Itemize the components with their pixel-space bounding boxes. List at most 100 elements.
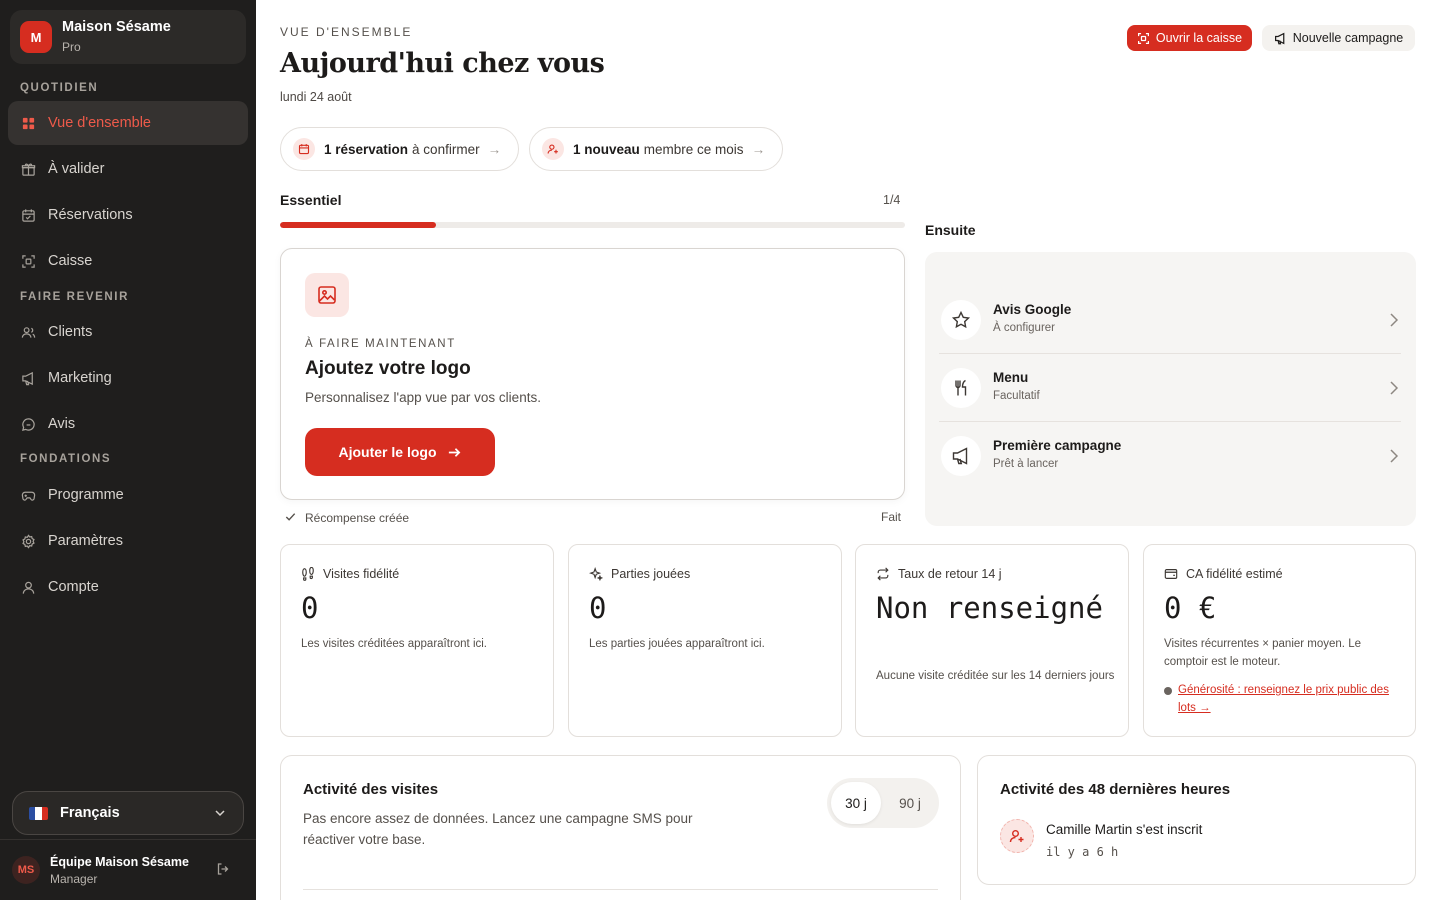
utensils-icon (941, 368, 981, 408)
chevron-right-icon (1387, 380, 1401, 401)
sidebar: M Maison Sésame Pro QUOTIDIEN Vue d'ense… (0, 0, 256, 900)
arrow-right-icon (448, 447, 460, 457)
next-step-subtitle: Facultatif (993, 390, 1040, 402)
sidebar-item-label: Marketing (48, 370, 112, 386)
arrow-right-icon: → (487, 141, 502, 157)
pill-text: à confirmer (412, 141, 480, 157)
sidebar-item-marketing[interactable]: Marketing (8, 356, 248, 400)
range-toggle: 30 j 90 j (827, 778, 939, 828)
divider (0, 839, 256, 840)
sidebar-item-avis[interactable]: Avis (8, 402, 248, 446)
users-icon (20, 324, 36, 340)
recent-activity-title: Activité des 48 dernières heures (1000, 781, 1231, 798)
add-logo-button[interactable]: Ajouter le logo (305, 428, 495, 476)
completed-status: Fait (880, 510, 901, 524)
task-title: Ajoutez votre logo (305, 358, 471, 379)
gift-icon (20, 161, 36, 177)
pending-reservation-pill[interactable]: 1 réservation à confirmer → (280, 127, 519, 171)
scan-icon (20, 253, 36, 269)
next-step-subtitle: Prêt à lancer (993, 458, 1059, 470)
next-step-title: Menu (993, 370, 1029, 385)
sidebar-item-clients[interactable]: Clients (8, 310, 248, 354)
completed-task-row: Récompense créée Fait (284, 510, 905, 526)
range-option-90[interactable]: 90 j (885, 782, 935, 824)
range-option-30[interactable]: 30 j (831, 782, 881, 824)
stat-note: Les visites créditées apparaîtront ici. (301, 638, 488, 650)
chat-icon (20, 416, 36, 432)
new-member-pill[interactable]: 1 nouveau membre ce mois → (529, 127, 783, 171)
stat-label: Taux de retour 14 j (898, 567, 1002, 581)
generosity-link[interactable]: Générosité : renseignez le prix public d… (1164, 681, 1394, 717)
flag-fr-icon (29, 806, 48, 820)
user-icon (20, 579, 36, 595)
brand-logo: M (20, 21, 52, 53)
gamepad-icon (20, 487, 36, 503)
stat-card-taux-retour: Taux de retour 14 j Non renseigné Aucune… (855, 544, 1129, 737)
megaphone-icon (1274, 32, 1285, 44)
image-icon (305, 273, 349, 317)
sidebar-item-label: Compte (48, 579, 99, 595)
brand-switcher[interactable]: M Maison Sésame Pro (10, 10, 246, 64)
sidebar-item-label: Avis (48, 416, 76, 432)
chevron-down-icon (213, 806, 227, 824)
recent-activity-card: Activité des 48 dernières heures Camille… (977, 755, 1416, 885)
sidebar-item-reservations[interactable]: Réservations (8, 193, 248, 237)
next-steps-title: Ensuite (925, 222, 976, 238)
stat-card-parties: Parties jouées 0 Les parties jouées appa… (568, 544, 842, 737)
logout-icon[interactable] (216, 862, 230, 881)
stat-card-ca-fidelite: CA fidélité estimé 0 € Visites récurrent… (1143, 544, 1416, 737)
next-step-avis-google[interactable]: Avis Google À configurer (939, 286, 1401, 354)
progress-fill (280, 222, 437, 228)
sidebar-item-parametres[interactable]: Paramètres (8, 519, 248, 563)
new-campaign-button[interactable]: Nouvelle campagne (1262, 25, 1415, 51)
stat-value: 0 (301, 591, 319, 625)
open-register-button[interactable]: Ouvrir la caisse (1127, 25, 1252, 51)
arrow-right-icon: → (751, 141, 766, 157)
avatar: MS (12, 856, 40, 884)
user-plus-icon (1000, 819, 1034, 853)
divider (303, 889, 938, 890)
page-eyebrow: VUE D'ENSEMBLE (280, 25, 413, 39)
sparkle-icon (589, 567, 603, 581)
visits-activity-card: Activité des visites Pas encore assez de… (280, 755, 961, 900)
stat-label: Parties jouées (611, 567, 691, 581)
section-label-fondations: FONDATIONS (20, 453, 112, 465)
activity-description: Pas encore assez de données. Lancez une … (303, 811, 693, 847)
language-select[interactable]: Français (12, 791, 244, 835)
sidebar-item-label: Réservations (48, 207, 133, 223)
next-step-menu[interactable]: Menu Facultatif (939, 354, 1401, 422)
sidebar-item-label: À valider (48, 161, 105, 177)
next-steps-list: Avis Google À configurer Menu Facultatif… (925, 252, 1416, 526)
megaphone-icon (941, 436, 981, 476)
repeat-icon (877, 567, 889, 581)
grid-icon (20, 115, 36, 131)
new-campaign-label: Nouvelle campagne (1292, 31, 1404, 45)
task-eyebrow: À FAIRE MAINTENANT (305, 338, 456, 350)
sidebar-item-programme[interactable]: Programme (8, 473, 248, 517)
stat-value: 0 (589, 591, 607, 625)
stat-card-visites: Visites fidélité 0 Les visites créditées… (280, 544, 554, 737)
check-icon (284, 510, 297, 526)
stat-note: Les parties jouées apparaîtront ici. (589, 638, 765, 650)
add-logo-label: Ajouter le logo (338, 444, 437, 460)
sidebar-item-vue-ensemble[interactable]: Vue d'ensemble (8, 101, 248, 145)
scan-icon (1137, 32, 1149, 44)
star-icon (941, 300, 981, 340)
user-name: Équipe Maison Sésame (50, 855, 189, 869)
language-label: Français (60, 805, 120, 821)
sidebar-item-a-valider[interactable]: À valider (8, 147, 248, 191)
activity-item-time: il y a 6 h (1046, 845, 1119, 859)
stat-note: Visites récurrentes × panier moyen. Le c… (1164, 638, 1361, 668)
current-task-card: À FAIRE MAINTENANT Ajoutez votre logo Pe… (280, 248, 905, 500)
essentials-title: Essentiel (280, 192, 342, 208)
next-step-subtitle: À configurer (993, 322, 1056, 334)
page-date: lundi 24 août (280, 90, 352, 104)
next-step-premiere-campagne[interactable]: Première campagne Prêt à lancer (939, 422, 1401, 490)
section-label-faire-revenir: FAIRE REVENIR (20, 291, 129, 303)
activity-item-text: Camille Martin s'est inscrit (1046, 822, 1203, 837)
stat-note: Aucune visite créditée sur les 14 dernie… (876, 670, 1115, 682)
wallet-icon (1164, 569, 1178, 579)
sidebar-item-caisse[interactable]: Caisse (8, 239, 248, 283)
sidebar-item-compte[interactable]: Compte (8, 565, 248, 609)
calendar-icon (293, 138, 315, 160)
